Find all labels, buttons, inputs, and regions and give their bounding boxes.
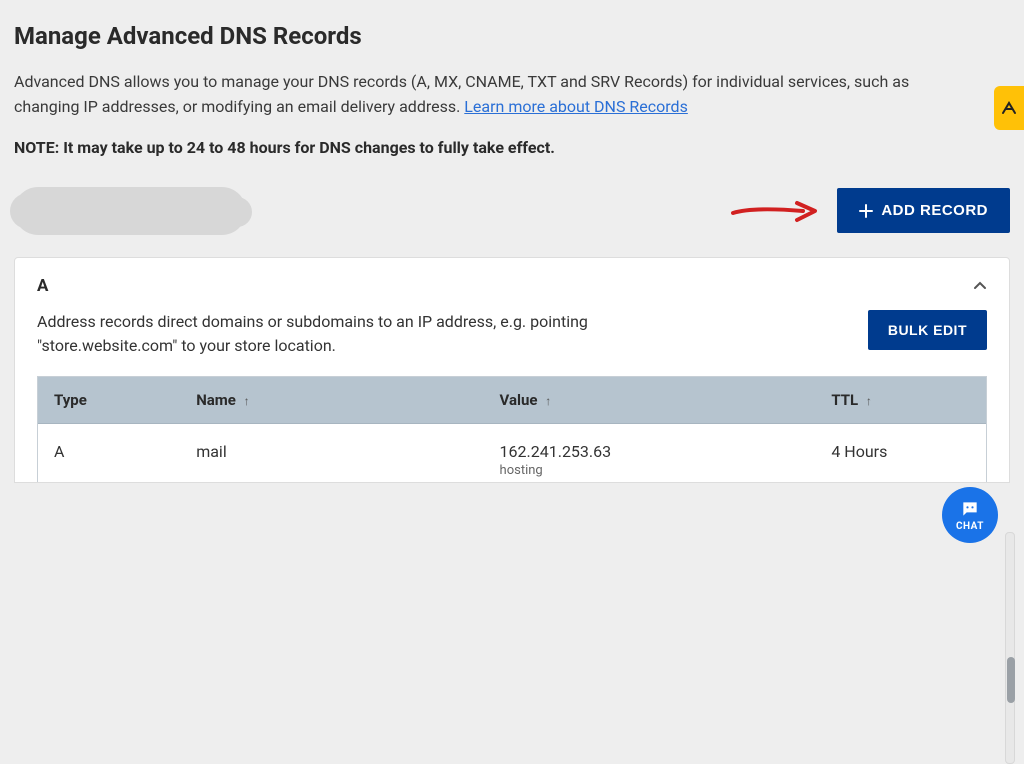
intro-text: Advanced DNS allows you to manage your D…	[14, 70, 974, 120]
table-row[interactable]: A mail 162.241.253.63 hosting 4 Hours	[38, 423, 986, 482]
side-tab-accessibility[interactable]	[994, 86, 1024, 130]
redacted-domain-blob	[14, 187, 246, 235]
a-records-table-wrap: Type Name ↑ Value ↑ TTL ↑	[37, 376, 987, 482]
col-type[interactable]: Type	[38, 377, 180, 424]
plus-icon	[859, 204, 873, 218]
intro-prefix: Advanced DNS allows you to manage your D…	[14, 72, 909, 116]
chevron-up-icon	[973, 280, 987, 290]
bulk-edit-button[interactable]: BULK EDIT	[868, 310, 987, 350]
cell-type: A	[38, 423, 180, 482]
scrollbar[interactable]	[1005, 532, 1015, 764]
sort-arrow-up-icon: ↑	[545, 394, 551, 408]
add-record-label: ADD RECORD	[881, 202, 988, 219]
col-value[interactable]: Value ↑	[484, 377, 816, 424]
cell-value-sub: hosting	[500, 463, 800, 478]
cell-name: mail	[180, 423, 483, 482]
a-records-table: Type Name ↑ Value ↑ TTL ↑	[38, 377, 986, 482]
page-title: Manage Advanced DNS Records	[14, 22, 1010, 50]
chat-label: CHAT	[956, 521, 984, 532]
col-name[interactable]: Name ↑	[180, 377, 483, 424]
learn-more-link[interactable]: Learn more about DNS Records	[464, 97, 688, 116]
section-a-description: Address records direct domains or subdom…	[37, 310, 717, 358]
accessibility-icon	[1000, 99, 1018, 117]
chat-icon	[960, 499, 980, 519]
col-ttl[interactable]: TTL ↑	[815, 377, 986, 424]
scrollbar-thumb[interactable]	[1007, 657, 1015, 703]
note-text: NOTE: It may take up to 24 to 48 hours f…	[14, 138, 1010, 157]
chat-button[interactable]: CHAT	[942, 487, 998, 543]
section-letter-a: A	[37, 276, 48, 296]
sort-arrow-up-icon: ↑	[244, 394, 250, 408]
collapse-toggle[interactable]	[973, 278, 987, 294]
a-records-card: A Address records direct domains or subd…	[14, 257, 1010, 483]
sort-arrow-up-icon: ↑	[866, 394, 872, 408]
add-record-button[interactable]: ADD RECORD	[837, 188, 1010, 233]
annotation-arrow	[729, 196, 819, 226]
cell-ttl: 4 Hours	[815, 423, 986, 482]
cell-value: 162.241.253.63 hosting	[484, 423, 816, 482]
